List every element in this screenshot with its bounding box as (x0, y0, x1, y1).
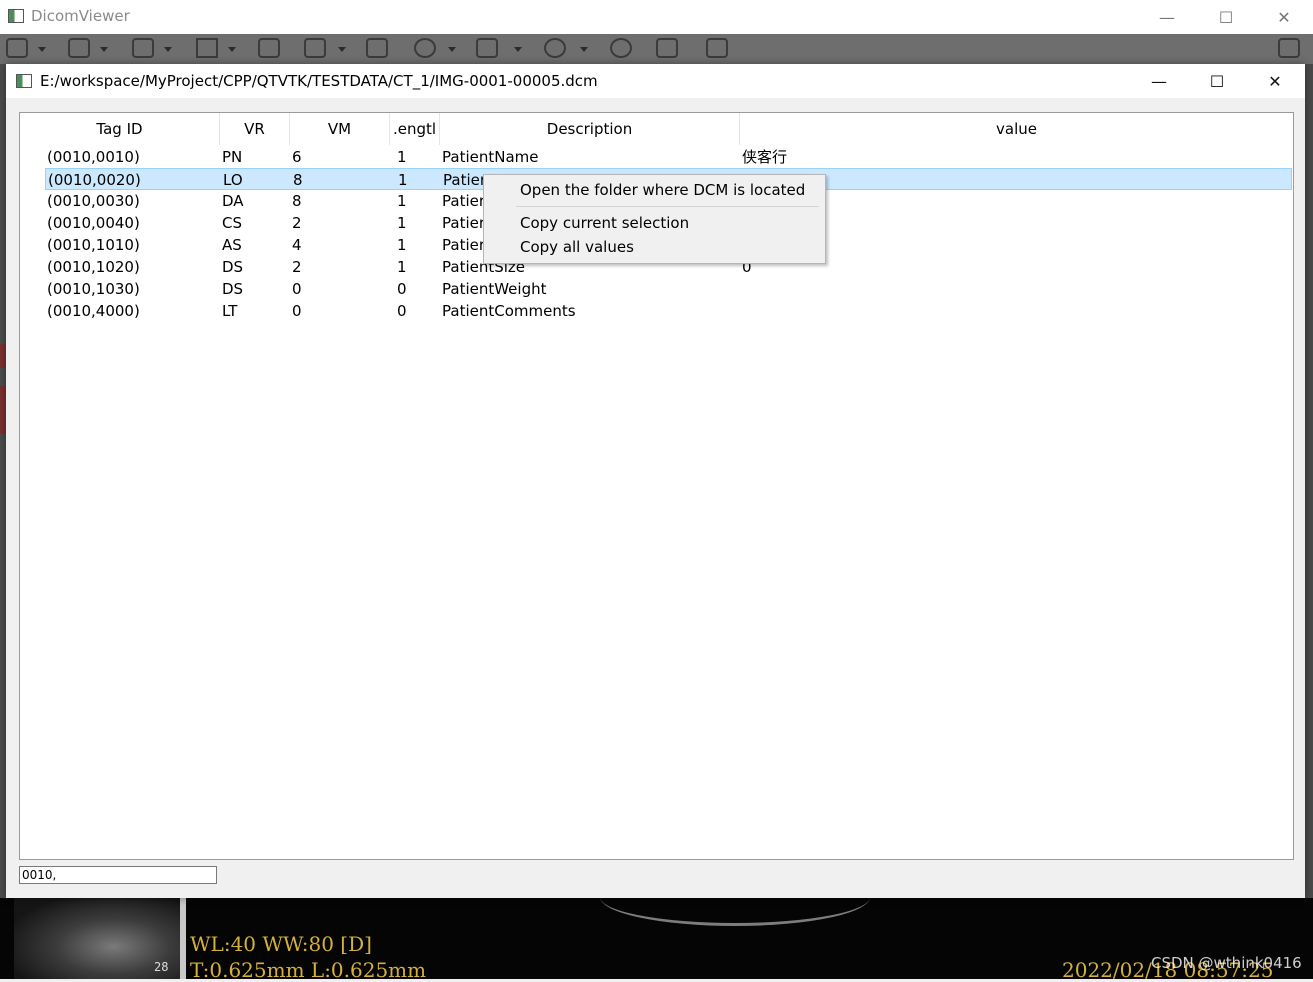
cell-vm: 8 (292, 192, 302, 210)
cell-description: PatientName (442, 148, 539, 166)
cell-tag-id: (0010,0030) (47, 192, 140, 210)
cell-vr: PN (222, 148, 243, 166)
dialog-title: E:/workspace/MyProject/CPP/QTVTK/TESTDAT… (40, 72, 598, 90)
table-row[interactable]: (0010,4000) LT 0 0 PatientComments (45, 300, 1292, 322)
table-row[interactable]: (0010,0010) PN 6 1 PatientName 侠客行 (45, 146, 1292, 168)
thickness-text: T:0.625mm L:0.625mm (190, 958, 427, 982)
contrast-icon[interactable] (304, 38, 326, 58)
main-minimize-button[interactable]: — (1138, 0, 1196, 34)
cell-vr: LO (223, 171, 243, 189)
cell-length: 1 (397, 258, 407, 276)
chevron-down-icon[interactable] (38, 47, 46, 52)
slice-number: 28 (154, 960, 169, 974)
dialog-minimize-button[interactable]: — (1130, 64, 1188, 98)
main-titlebar: DicomViewer — ☐ ✕ (0, 0, 1313, 34)
dialog-icon (16, 74, 32, 88)
cell-tag-id: (0010,0020) (48, 171, 141, 189)
right-panel-edge (1305, 64, 1313, 979)
viewport-divider[interactable] (180, 898, 186, 979)
menu-separator (516, 206, 819, 207)
context-menu: Open the folder where DCM is located Cop… (483, 174, 826, 264)
image-viewport[interactable]: 28 WL:40 WW:80 [D] T:0.625mm L:0.625mm 2… (0, 898, 1313, 982)
cell-description: PatientComments (442, 302, 576, 320)
cell-vm: 0 (292, 302, 302, 320)
mpr-icon[interactable] (706, 38, 728, 58)
cell-tag-id: (0010,1010) (47, 236, 140, 254)
main-maximize-button[interactable]: ☐ (1197, 0, 1255, 34)
menu-item-copy-selection[interactable]: Copy current selection (520, 214, 689, 232)
cell-vm: 2 (292, 214, 302, 232)
main-window-title: DicomViewer (31, 7, 130, 25)
cell-length: 1 (397, 214, 407, 232)
chevron-down-icon[interactable] (228, 47, 236, 52)
window-layout-icon[interactable] (1278, 38, 1300, 58)
cell-length: 1 (397, 236, 407, 254)
chevron-down-icon[interactable] (580, 47, 588, 52)
watermark: CSDN @wthink0416 (1151, 954, 1302, 972)
app-icon (8, 9, 24, 23)
column-header-length[interactable]: .engtl (390, 113, 440, 145)
cell-length: 1 (397, 148, 407, 166)
main-close-button[interactable]: ✕ (1255, 0, 1313, 34)
open-icon[interactable] (6, 38, 28, 58)
cell-vm: 8 (293, 171, 303, 189)
annotation-icon[interactable] (196, 38, 218, 58)
cell-vr: DA (222, 192, 244, 210)
layers-icon[interactable] (258, 38, 280, 58)
cell-vm: 6 (292, 148, 302, 166)
save-icon[interactable] (68, 38, 90, 58)
menu-item-copy-all[interactable]: Copy all values (520, 238, 634, 256)
zoom-icon[interactable] (414, 38, 436, 58)
column-header-vr[interactable]: VR (220, 113, 290, 145)
column-header-value[interactable]: value (740, 113, 1293, 145)
table-header: Tag ID VR VM .engtl Description value (20, 113, 1293, 145)
cell-description: PatientWeight (442, 280, 547, 298)
cell-vm: 0 (292, 280, 302, 298)
cell-vr: DS (222, 258, 244, 276)
cell-length: 0 (397, 302, 407, 320)
scan-thumbnail[interactable]: 28 (14, 898, 180, 979)
cell-tag-id: (0010,0010) (47, 148, 140, 166)
cell-vm: 4 (292, 236, 302, 254)
cell-vr: DS (222, 280, 244, 298)
menu-item-open-folder[interactable]: Open the folder where DCM is located (520, 181, 805, 199)
dialog-maximize-button[interactable]: ☐ (1188, 64, 1246, 98)
cell-tag-id: (0010,1020) (47, 258, 140, 276)
cell-vr: CS (222, 214, 242, 232)
column-header-vm[interactable]: VM (290, 113, 390, 145)
cell-vr: AS (222, 236, 242, 254)
chevron-down-icon[interactable] (100, 47, 108, 52)
rotate-icon[interactable] (544, 38, 566, 58)
cell-value: 侠客行 (742, 148, 788, 166)
chevron-down-icon[interactable] (164, 47, 172, 52)
chevron-down-icon[interactable] (338, 47, 346, 52)
window-level-text: WL:40 WW:80 [D] (190, 932, 372, 956)
chevron-down-icon[interactable] (514, 47, 522, 52)
table-row[interactable]: (0010,1030) DS 0 0 PatientWeight (45, 278, 1292, 300)
cell-vr: LT (222, 302, 238, 320)
column-header-description[interactable]: Description (440, 113, 740, 145)
cell-tag-id: (0010,1030) (47, 280, 140, 298)
cell-tag-id: (0010,0040) (47, 214, 140, 232)
tag-filter-input[interactable] (19, 866, 217, 884)
dialog-titlebar: E:/workspace/MyProject/CPP/QTVTK/TESTDAT… (6, 64, 1305, 98)
cell-length: 1 (398, 171, 408, 189)
column-header-tag-id[interactable]: Tag ID (20, 113, 220, 145)
main-toolbar (0, 34, 1313, 64)
cell-length: 0 (397, 280, 407, 298)
measure-icon[interactable] (476, 38, 498, 58)
3d-cube-icon[interactable] (656, 38, 678, 58)
cell-vm: 2 (292, 258, 302, 276)
pan-icon[interactable] (366, 38, 388, 58)
cell-tag-id: (0010,4000) (47, 302, 140, 320)
cell-length: 1 (397, 192, 407, 210)
layout-grid-icon[interactable] (132, 38, 154, 58)
angle-icon[interactable] (610, 38, 632, 58)
dialog-close-button[interactable]: ✕ (1246, 64, 1304, 98)
chevron-down-icon[interactable] (448, 47, 456, 52)
